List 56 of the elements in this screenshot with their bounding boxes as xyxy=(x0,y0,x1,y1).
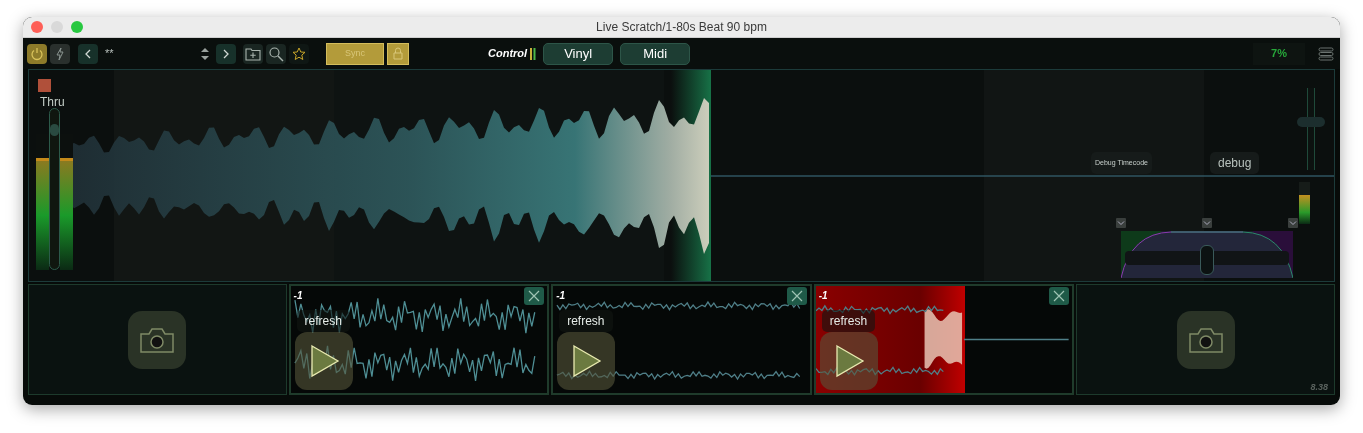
favorite-button[interactable] xyxy=(289,43,309,64)
up-down-arrows-icon xyxy=(200,46,210,61)
close-button[interactable] xyxy=(1049,287,1070,305)
search-button[interactable] xyxy=(266,43,286,64)
play-button[interactable] xyxy=(819,332,878,390)
crossfader-curve[interactable] xyxy=(1121,231,1293,278)
star-icon xyxy=(292,46,306,61)
search-icon xyxy=(268,45,284,62)
play-button[interactable] xyxy=(294,332,353,390)
play-button[interactable] xyxy=(557,332,616,390)
time-readout: 8.38 xyxy=(1310,381,1328,394)
power-icon xyxy=(30,46,44,61)
level-meter-icon xyxy=(530,47,537,60)
close-icon xyxy=(528,290,541,302)
caret-down-icon xyxy=(1116,218,1126,228)
counter-label: -1 xyxy=(293,289,303,303)
lightning-icon xyxy=(55,46,65,61)
close-button[interactable] xyxy=(524,287,545,305)
close-window-button[interactable] xyxy=(31,21,43,33)
bolt-button[interactable] xyxy=(50,43,70,64)
debug-button[interactable]: debug xyxy=(1210,152,1260,174)
slider-thumb[interactable] xyxy=(1297,116,1325,127)
crossfader-thumb[interactable] xyxy=(1200,245,1214,275)
gain-slider[interactable] xyxy=(49,108,60,270)
refresh-button[interactable]: refresh xyxy=(296,310,350,332)
window-title: Live Scratch/1-80s Beat 90 bpm xyxy=(596,19,767,36)
counter-label: -1 xyxy=(818,289,828,303)
chevron-left-icon xyxy=(84,48,92,59)
counter-label: -1 xyxy=(556,289,566,303)
power-button[interactable] xyxy=(27,43,47,64)
add-folder-button[interactable] xyxy=(243,43,263,64)
mode-button[interactable]: Midi xyxy=(620,42,691,65)
caret-down-icon xyxy=(1202,218,1212,228)
close-icon xyxy=(1053,290,1066,302)
camera-button[interactable] xyxy=(1176,310,1235,369)
lock-button[interactable] xyxy=(387,42,409,65)
cpu-readout: 7% xyxy=(1253,42,1305,65)
close-icon xyxy=(790,290,803,302)
mode-button[interactable]: Vinyl xyxy=(543,42,614,65)
camera-button[interactable] xyxy=(128,310,187,369)
next-button[interactable] xyxy=(216,43,236,64)
control-label: Control xyxy=(488,46,528,62)
menu-icon xyxy=(1318,46,1334,61)
camera-icon xyxy=(1187,325,1224,354)
previous-button[interactable] xyxy=(78,43,98,64)
track-label: ** xyxy=(105,46,115,62)
camera-icon xyxy=(139,325,176,354)
caret-down-icon xyxy=(1288,218,1298,228)
add-folder-icon xyxy=(245,46,261,61)
refresh-button[interactable]: refresh xyxy=(559,310,613,332)
refresh-button[interactable]: refresh xyxy=(821,310,876,332)
lock-icon xyxy=(393,47,403,60)
close-button[interactable] xyxy=(786,287,807,305)
slider-thumb[interactable] xyxy=(50,123,59,136)
chevron-right-icon xyxy=(222,48,230,59)
thru-label: Thru xyxy=(40,94,65,111)
